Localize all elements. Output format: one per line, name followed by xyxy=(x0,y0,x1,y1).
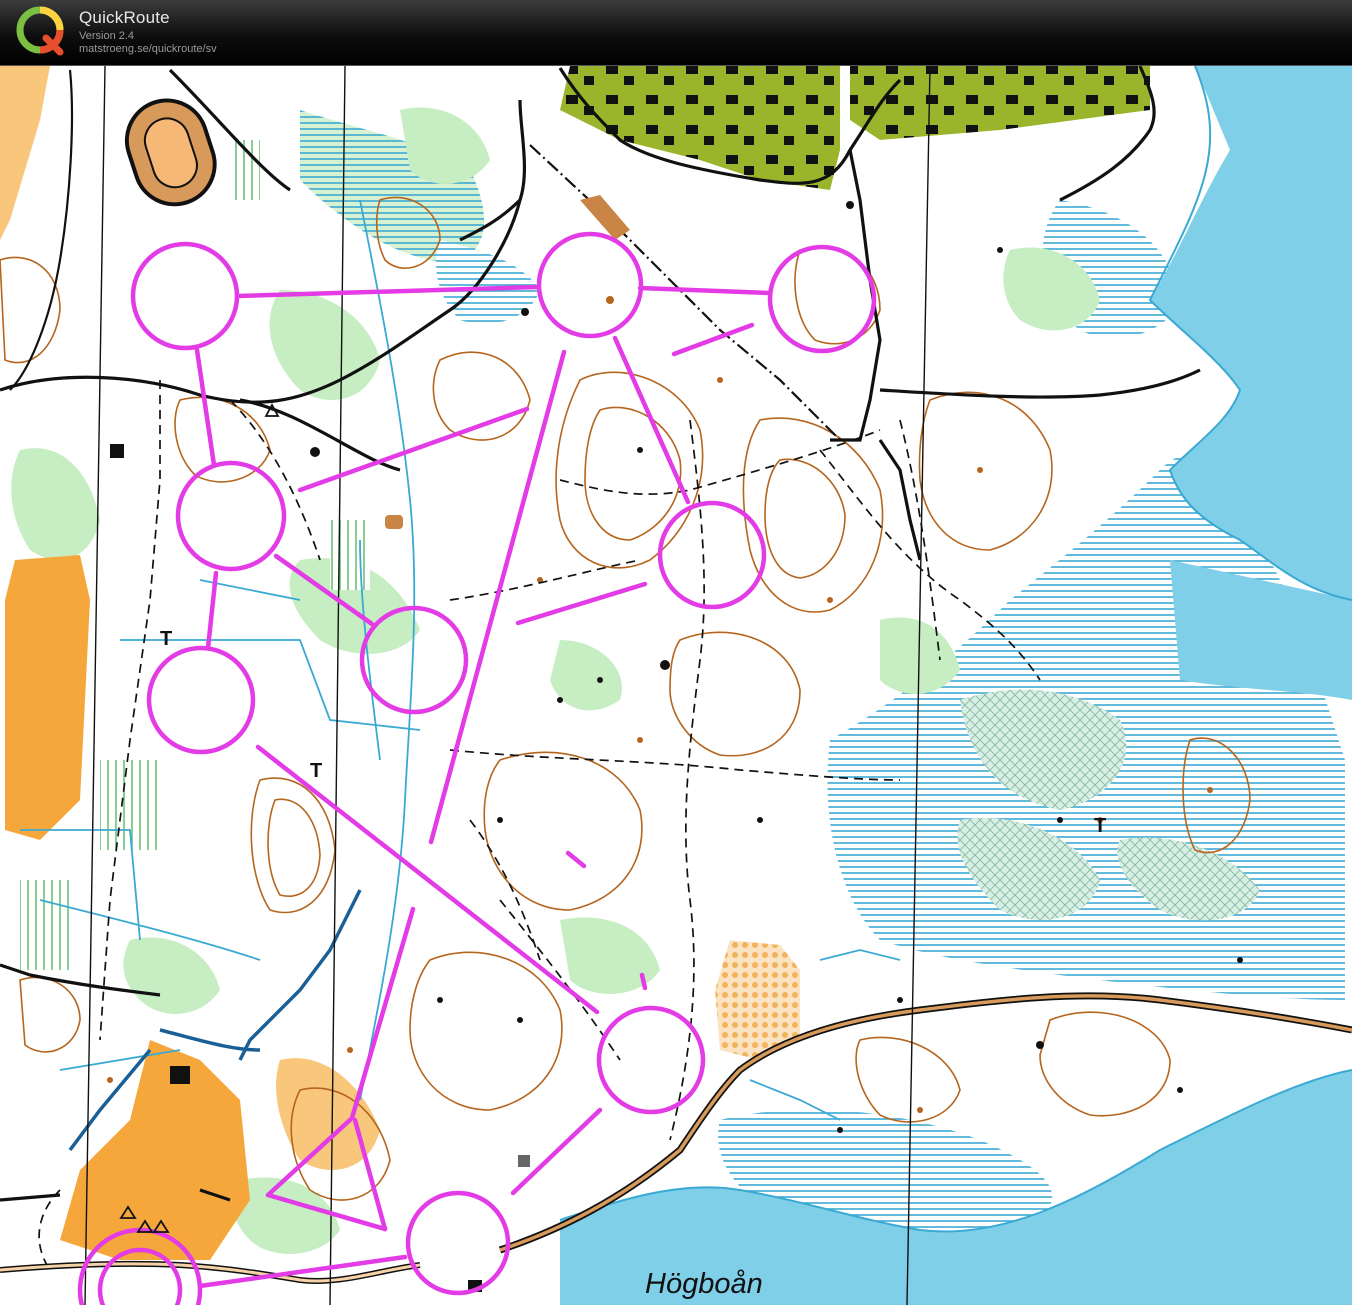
app-url: matstroeng.se/quickroute/sv xyxy=(79,43,217,55)
undergrowth-4 xyxy=(330,520,370,590)
title-bar: Q QuickRoute Version 2.4 matstroeng.se/q… xyxy=(0,0,1352,66)
undergrowth-3 xyxy=(20,880,70,970)
orienteering-map[interactable]: T T T Högboån xyxy=(0,66,1352,1305)
map-canvas[interactable]: T T T Högboån xyxy=(0,66,1352,1305)
place-label-hogboan: Högboån xyxy=(645,1268,763,1300)
thicket-mark: T xyxy=(310,760,322,782)
open-land-west xyxy=(5,555,90,840)
app-name: QuickRoute xyxy=(79,8,170,27)
app-logo-icon: Q xyxy=(16,6,64,56)
thicket-mark: T xyxy=(160,628,172,650)
svg-text:Q: Q xyxy=(42,37,43,39)
app-version: Version 2.4 xyxy=(79,30,135,42)
thicket-mark: T xyxy=(1094,815,1106,837)
